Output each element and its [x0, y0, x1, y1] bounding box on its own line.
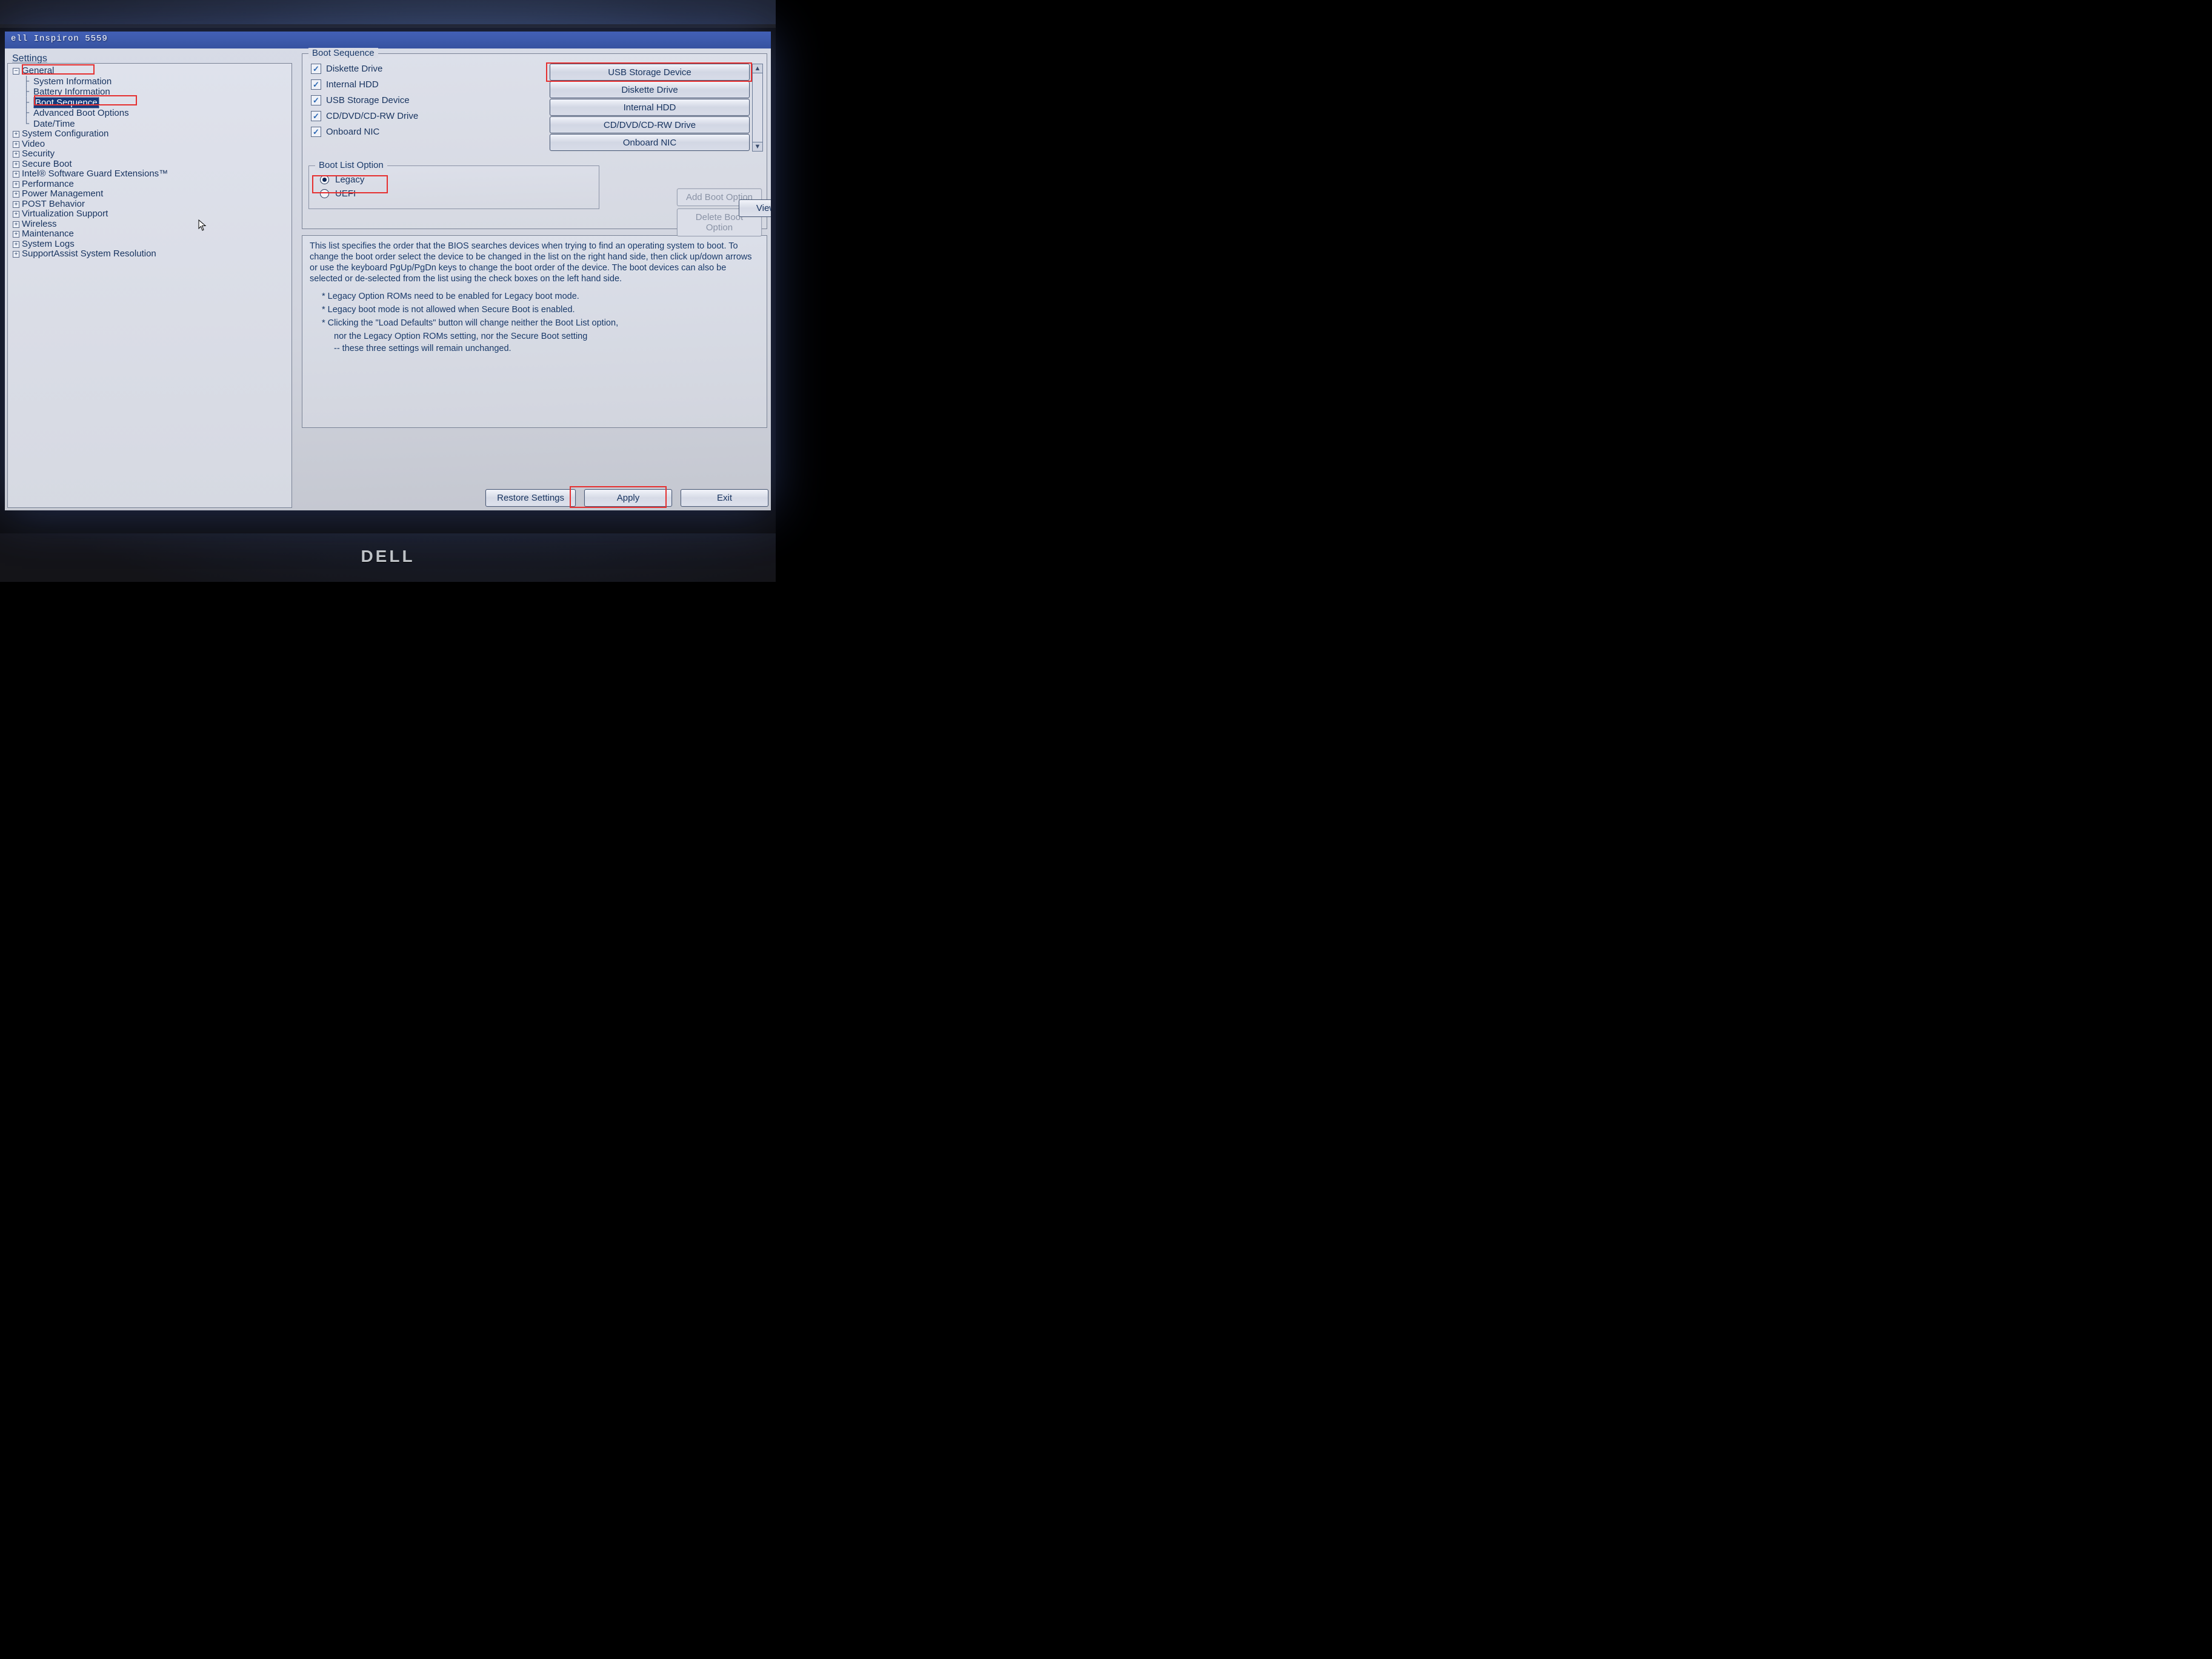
boot-order-item[interactable]: USB Storage Device [550, 64, 750, 81]
expand-icon[interactable]: + [13, 151, 19, 158]
boot-check-label: Onboard NIC [326, 127, 379, 137]
checkbox-icon[interactable]: ✓ [311, 111, 321, 121]
boot-order-item[interactable]: CD/DVD/CD-RW Drive [550, 116, 750, 133]
expand-icon[interactable]: + [13, 141, 19, 148]
expand-icon[interactable]: + [13, 161, 19, 168]
expand-icon[interactable]: + [13, 201, 19, 208]
expand-icon[interactable]: + [13, 191, 19, 198]
expand-icon[interactable]: + [13, 211, 19, 218]
action-bar: Restore Settings Apply Exit [485, 489, 768, 507]
expand-icon[interactable]: + [13, 131, 19, 138]
boot-sequence-title: Boot Sequence [308, 48, 378, 58]
tree-node-power-management[interactable]: +Power Management [10, 189, 291, 199]
settings-tree[interactable]: −General ├System Information ├Battery In… [7, 63, 292, 508]
boot-check-cddvd[interactable]: ✓ CD/DVD/CD-RW Drive [311, 111, 505, 121]
boot-check-label: Internal HDD [326, 79, 379, 90]
tree-node-system-information[interactable]: ├System Information [21, 76, 291, 87]
expand-icon[interactable]: + [13, 171, 19, 178]
help-bullet-sub: -- these three settings will remain unch… [334, 343, 759, 354]
radio-selected-icon[interactable] [320, 175, 329, 184]
apply-button[interactable]: Apply [584, 489, 672, 507]
tree-node-post-behavior[interactable]: +POST Behavior [10, 199, 291, 210]
boot-list-option-title: Boot List Option [315, 160, 387, 170]
help-bullet-sub: nor the Legacy Option ROMs setting, nor … [334, 331, 759, 342]
boot-check-label: Diskette Drive [326, 64, 382, 74]
tree-node-general[interactable]: −General [10, 66, 291, 76]
scroll-up-icon[interactable]: ▲ [753, 64, 762, 73]
tree-node-security[interactable]: +Security [10, 149, 291, 159]
boot-order-item[interactable]: Onboard NIC [550, 134, 750, 151]
boot-list-radio-uefi[interactable]: UEFI [320, 189, 593, 199]
boot-list-radio-legacy[interactable]: Legacy [320, 175, 593, 185]
tree-node-secure-boot[interactable]: +Secure Boot [10, 159, 291, 170]
scroll-down-icon[interactable]: ▼ [753, 142, 762, 151]
detail-panel: Boot Sequence ✓ Diskette Drive ✓ Interna… [296, 48, 771, 510]
tree-node-video[interactable]: +Video [10, 139, 291, 150]
radio-icon[interactable] [320, 189, 329, 198]
boot-order-list[interactable]: USB Storage Device Diskette Drive Intern… [550, 64, 750, 152]
exit-button[interactable]: Exit [681, 489, 768, 507]
tree-node-date-time[interactable]: └Date/Time [21, 119, 291, 130]
expand-icon[interactable]: + [13, 251, 19, 258]
tree-node-maintenance[interactable]: +Maintenance [10, 229, 291, 239]
tree-node-boot-sequence[interactable]: ├Boot Sequence [21, 98, 291, 108]
checkbox-icon[interactable]: ✓ [311, 95, 321, 105]
view-button[interactable]: View [739, 199, 771, 217]
bios-screen: ell Inspiron 5559 Settings −General ├Sys… [5, 32, 771, 510]
boot-device-check-list: ✓ Diskette Drive ✓ Internal HDD ✓ USB St… [311, 64, 505, 142]
expand-icon[interactable]: + [13, 231, 19, 238]
expand-icon[interactable]: + [13, 221, 19, 228]
tree-node-performance[interactable]: +Performance [10, 179, 291, 190]
tree-node-intel-sgx[interactable]: +Intel® Software Guard Extensions™ [10, 169, 291, 179]
help-bullet: * Legacy boot mode is not allowed when S… [322, 304, 759, 315]
tree-node-supportassist[interactable]: +SupportAssist System Resolution [10, 249, 291, 259]
tree-node-system-logs[interactable]: +System Logs [10, 239, 291, 250]
boot-check-usb-storage[interactable]: ✓ USB Storage Device [311, 95, 505, 105]
tree-node-advanced-boot-options[interactable]: ├Advanced Boot Options [21, 108, 291, 119]
tree-node-system-configuration[interactable]: +System Configuration [10, 129, 291, 139]
settings-tree-panel: Settings −General ├System Information ├B… [5, 48, 296, 510]
help-paragraph: This list specifies the order that the B… [310, 241, 759, 285]
checkbox-icon[interactable]: ✓ [311, 64, 321, 74]
boot-order-item[interactable]: Diskette Drive [550, 81, 750, 98]
boot-sequence-group: Boot Sequence ✓ Diskette Drive ✓ Interna… [302, 53, 767, 229]
expand-icon[interactable]: + [13, 181, 19, 188]
collapse-icon[interactable]: − [13, 68, 19, 75]
help-bullet: * Clicking the "Load Defaults" button wi… [322, 318, 759, 329]
checkbox-icon[interactable]: ✓ [311, 127, 321, 137]
tree-node-wireless[interactable]: +Wireless [10, 219, 291, 230]
boot-order-item[interactable]: Internal HDD [550, 99, 750, 116]
boot-list-option-group: Boot List Option Legacy UEFI [308, 165, 599, 209]
boot-order-scrollbar[interactable]: ▲ ▼ [752, 64, 763, 152]
tree-node-battery-information[interactable]: ├Battery Information [21, 87, 291, 98]
restore-settings-button[interactable]: Restore Settings [485, 489, 576, 507]
boot-check-label: USB Storage Device [326, 95, 410, 105]
boot-check-onboard-nic[interactable]: ✓ Onboard NIC [311, 127, 505, 137]
checkbox-icon[interactable]: ✓ [311, 79, 321, 90]
workspace: Settings −General ├System Information ├B… [5, 48, 771, 510]
help-bullet: * Legacy Option ROMs need to be enabled … [322, 291, 759, 302]
tree-node-virtualization-support[interactable]: +Virtualization Support [10, 209, 291, 219]
boot-check-label: CD/DVD/CD-RW Drive [326, 111, 418, 121]
expand-icon[interactable]: + [13, 241, 19, 248]
boot-check-internal-hdd[interactable]: ✓ Internal HDD [311, 79, 505, 90]
dell-logo: DELL [361, 547, 415, 566]
radio-label: UEFI [335, 189, 356, 199]
window-title: ell Inspiron 5559 [5, 32, 771, 48]
help-text-box: This list specifies the order that the B… [302, 235, 767, 428]
boot-option-buttons: Add Boot Option Delete Boot Option [604, 189, 762, 239]
radio-label: Legacy [335, 175, 364, 185]
boot-check-diskette[interactable]: ✓ Diskette Drive [311, 64, 505, 74]
